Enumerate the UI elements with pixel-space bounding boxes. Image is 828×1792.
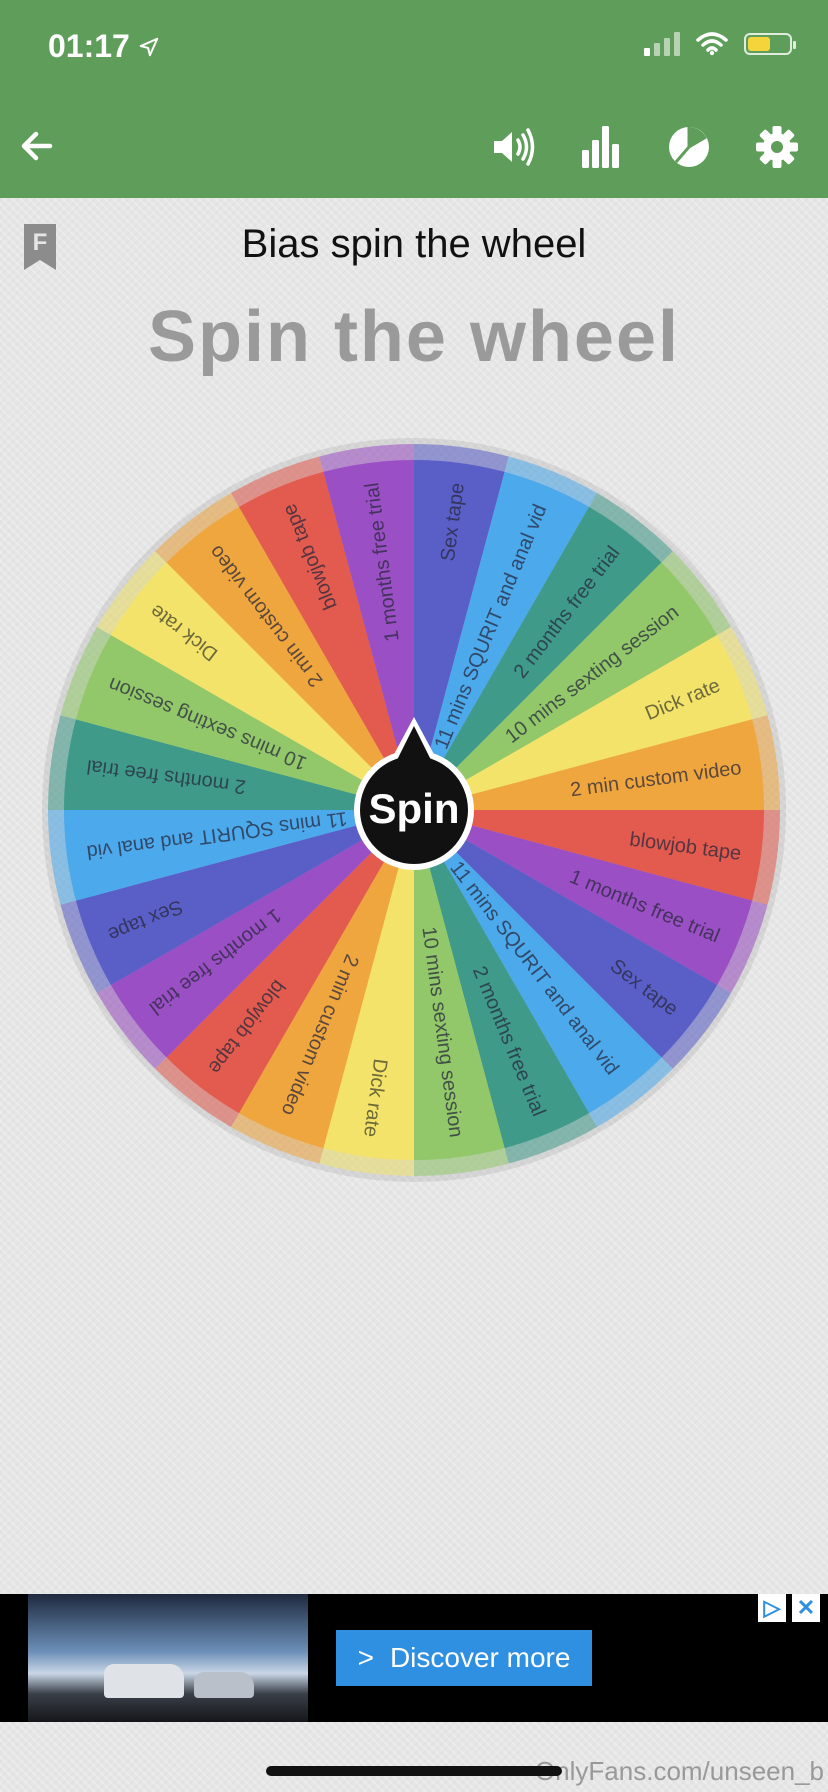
ad-banner[interactable]: > Discover more ▷ ✕ [0,1594,828,1722]
close-icon[interactable]: ✕ [792,1594,820,1622]
battery-icon [744,33,796,55]
wheel-graphic[interactable]: Sex tape11 mins SQURIT and anal vid2 mon… [42,438,786,1182]
sound-icon[interactable] [490,124,536,170]
pie-chart-icon[interactable] [666,124,712,170]
cellular-signal-icon [644,32,680,56]
location-arrow-icon [139,37,159,56]
status-time: 01:17 [48,28,160,65]
spin-wheel[interactable]: Sex tape 11 mins SQURIT and anal vid 2 mon… [42,438,786,1182]
header-actions [490,124,800,170]
app-header: 01:17 [0,0,828,198]
ad-controls: ▷ ✕ [758,1594,820,1622]
wheel-heading: Spin the wheel [147,297,681,377]
ad-button-label: Discover more [389,1642,571,1673]
ad-choices-icon[interactable]: ▷ [758,1594,786,1622]
back-arrow-icon[interactable] [16,124,60,168]
chevron-right-icon: > [357,1642,374,1673]
wifi-icon [696,32,728,56]
page-title: Bias spin the wheel [241,222,587,266]
settings-gear-icon[interactable] [754,124,800,170]
home-indicator[interactable] [266,1766,562,1776]
ad-discover-button[interactable]: > Discover more [336,1630,592,1686]
status-indicators [644,32,796,56]
watermark-text: OnlyFans.com/unseen_b [534,1756,824,1786]
stats-bar-chart-icon[interactable] [578,124,624,170]
status-time-text: 01:17 [48,28,130,64]
ad-image[interactable] [28,1594,308,1722]
spin-button-label[interactable]: Spin [369,785,460,832]
